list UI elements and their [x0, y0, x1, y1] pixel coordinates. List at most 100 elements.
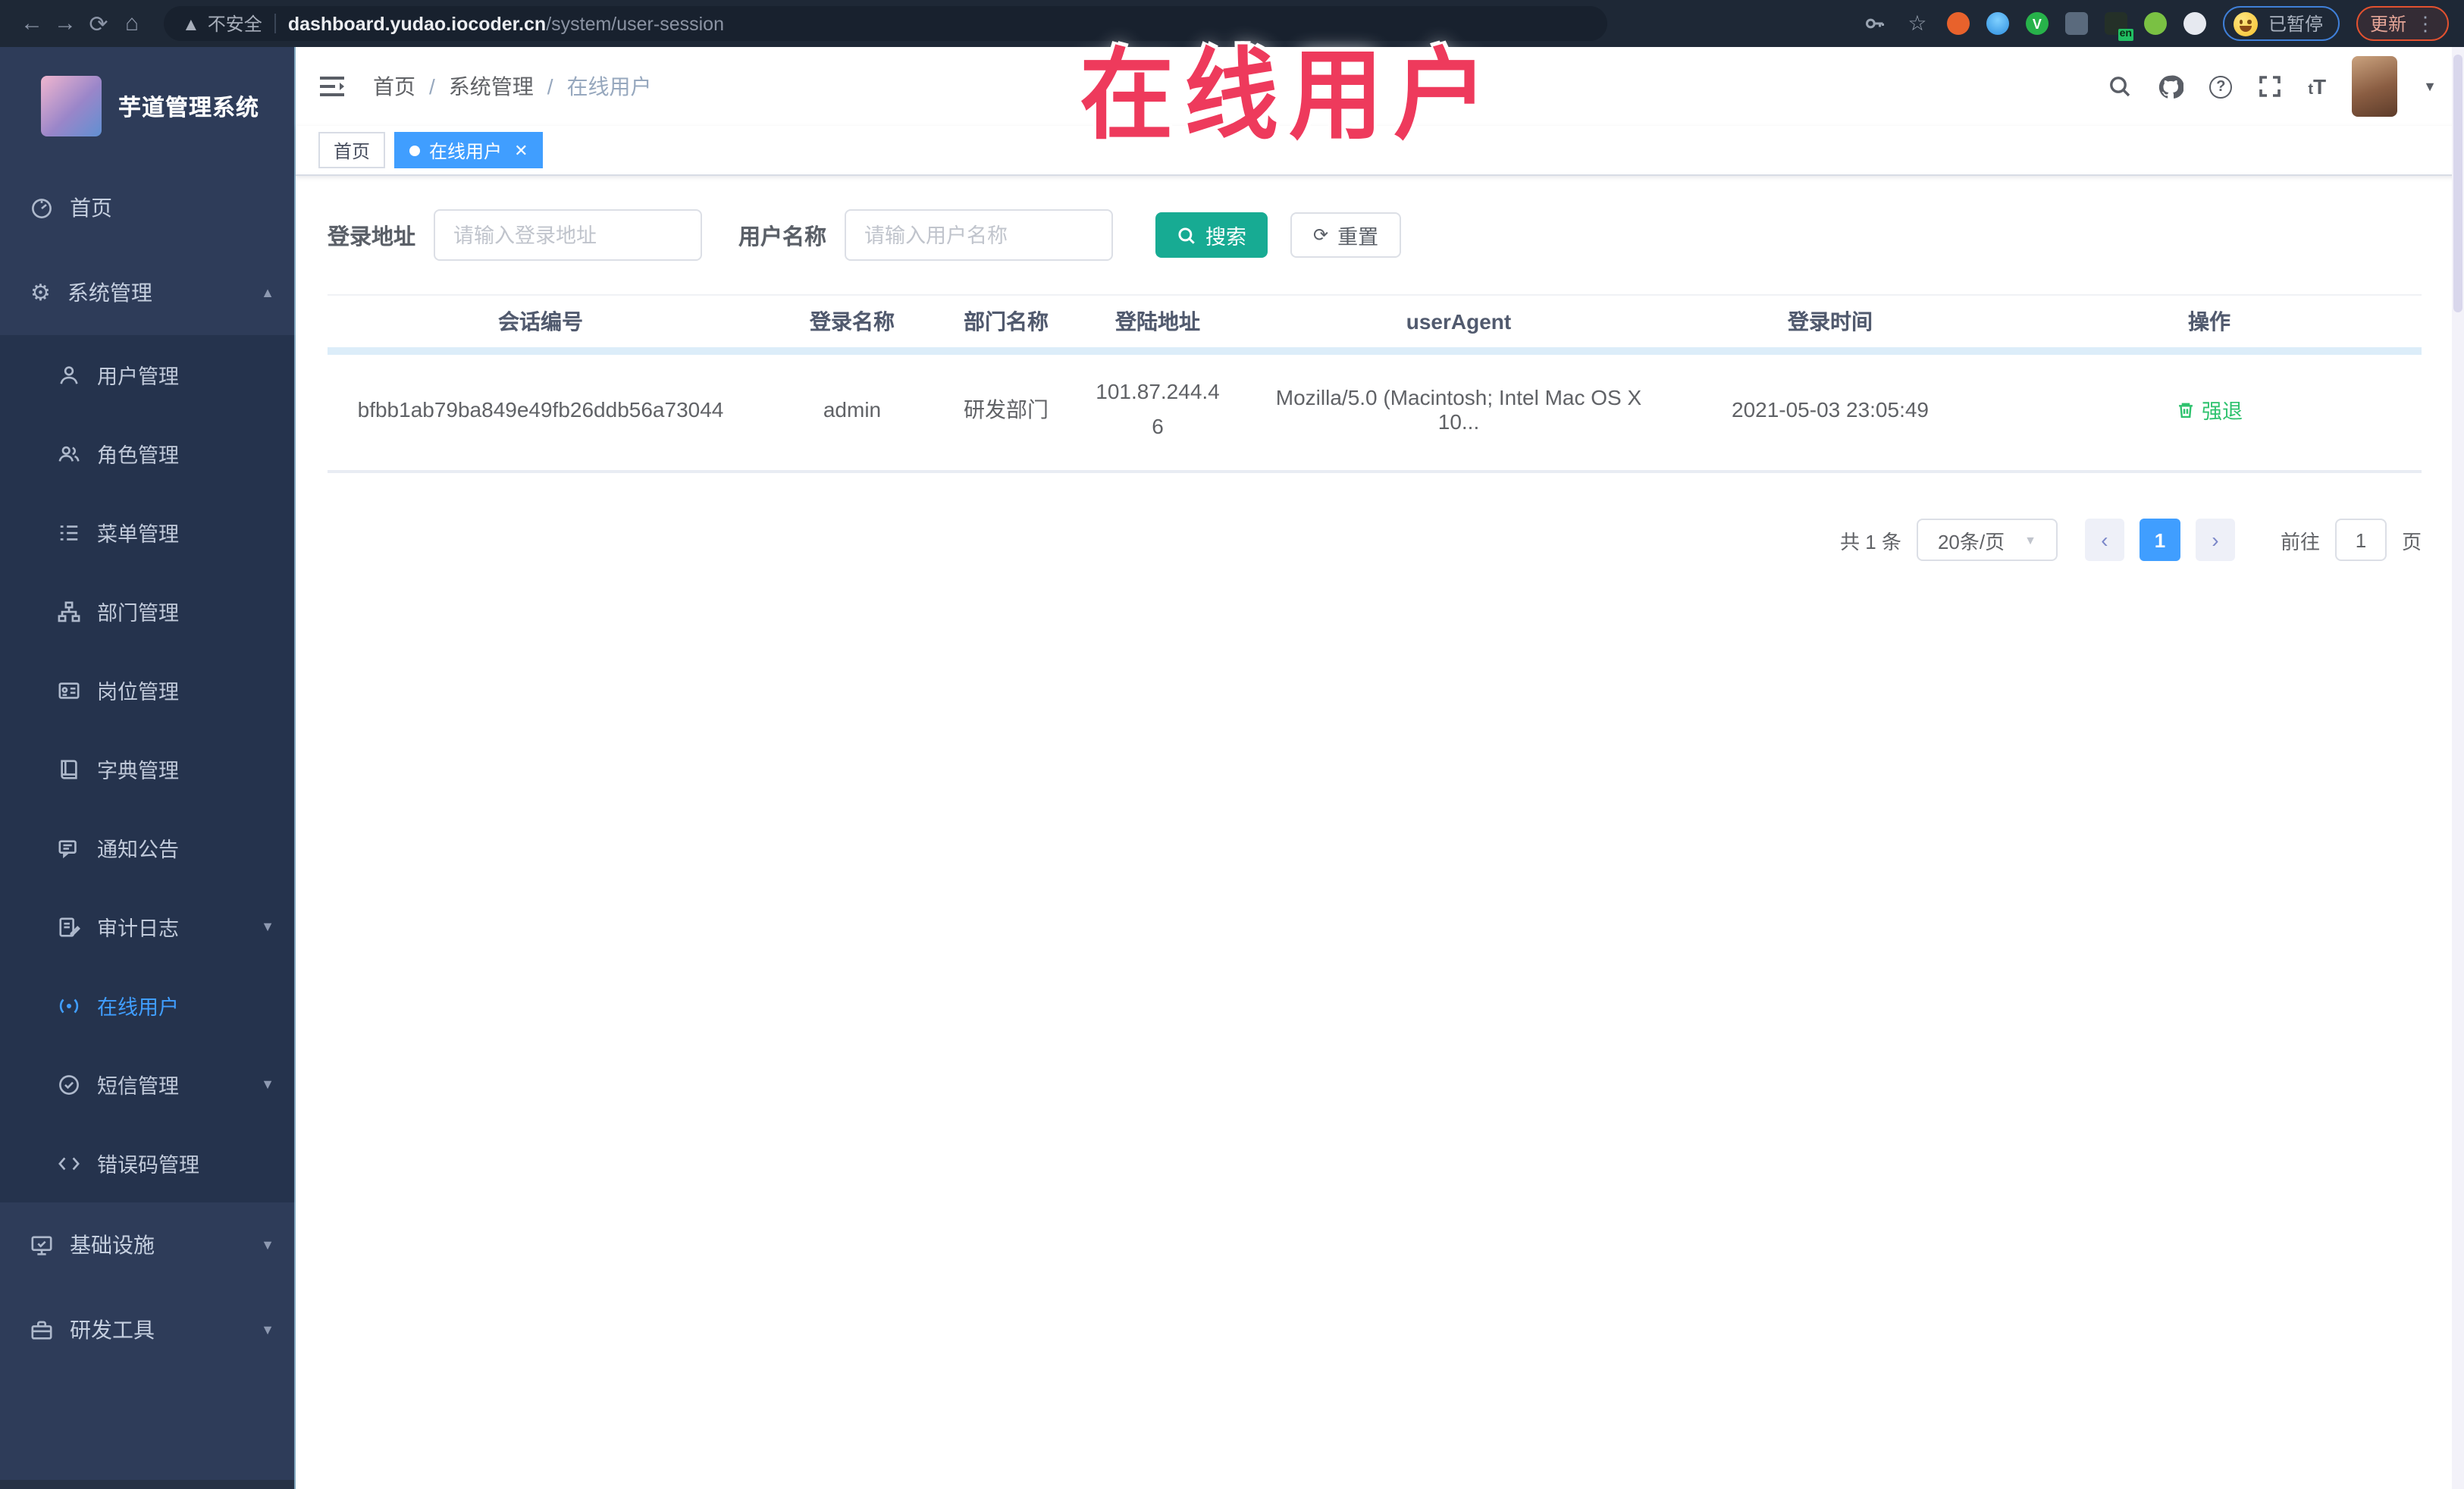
sidebar-item-post-management[interactable]: 岗位管理	[0, 650, 296, 729]
user-session-table: 会话编号 登录名称 部门名称 登陆地址 userAgent 登录时间 操作 bf…	[328, 294, 2422, 474]
back-icon[interactable]: ←	[15, 11, 49, 36]
book-icon	[61, 759, 77, 779]
page-size-value: 20条/页	[1937, 530, 2005, 553]
col-dept-name: 部门名称	[951, 294, 1061, 355]
avatar-caret-icon[interactable]: ▼	[2423, 79, 2437, 94]
kebab-menu-icon[interactable]: ⋮	[2415, 11, 2435, 36]
refresh-icon: ⟳	[1313, 224, 1329, 246]
omnibox-divider	[274, 14, 276, 33]
sidebar-item-dev-tools[interactable]: 研发工具 ▼	[0, 1287, 296, 1372]
goto-label: 前往	[2280, 530, 2320, 553]
reset-button[interactable]: ⟳ 重置	[1290, 212, 1402, 258]
sidebar-item-sms-management[interactable]: 短信管理 ▼	[0, 1045, 296, 1124]
next-page-button[interactable]: ›	[2195, 519, 2235, 562]
extension-icon-flower[interactable]	[2183, 12, 2206, 35]
sidebar-item-label: 通知公告	[97, 839, 179, 861]
sidebar-item-label: 角色管理	[97, 444, 179, 467]
browser-actions: ☆ V en 已暂停 更新 ⋮	[1862, 6, 2449, 41]
home-icon[interactable]: ⌂	[115, 11, 149, 36]
help-icon[interactable]: ?	[2209, 75, 2233, 98]
sidebar-item-audit-log[interactable]: 审计日志 ▼	[0, 887, 296, 966]
gear-icon: ⚙	[30, 280, 51, 306]
sidebar-item-label: 审计日志	[97, 917, 179, 940]
sidebar-item-system[interactable]: ⚙ 系统管理 ▲	[0, 250, 296, 335]
sidebar-item-role-management[interactable]: 角色管理	[0, 414, 296, 493]
sidebar-item-dept-management[interactable]: 部门管理	[0, 572, 296, 650]
filter-form: 登录地址 用户名称 搜索 ⟳ 重置	[328, 209, 2422, 261]
avatar[interactable]	[2352, 56, 2398, 117]
address-input[interactable]	[434, 209, 702, 261]
sidebar-item-notice[interactable]: 通知公告	[0, 808, 296, 887]
bookmark-star-icon[interactable]: ☆	[1904, 11, 1930, 36]
url-text[interactable]: dashboard.yudao.iocoder.cn/system/user-s…	[288, 13, 724, 34]
app-logo[interactable]: 芋道管理系统	[0, 47, 296, 165]
close-icon[interactable]: ✕	[514, 140, 528, 160]
sidebar-item-online-user[interactable]: 在线用户	[0, 966, 296, 1045]
sidebar-item-label: 错误码管理	[97, 1154, 199, 1177]
toolbox-icon	[31, 1320, 52, 1339]
extension-icon-blue-drop[interactable]	[1986, 12, 2009, 35]
page-size-select[interactable]: 20条/页 ▼	[1916, 519, 2058, 562]
annotation-title: 在线用户	[1080, 41, 1499, 152]
extension-icon-gray[interactable]	[2064, 12, 2088, 35]
sidebar-item-infrastructure[interactable]: 基础设施 ▼	[0, 1202, 296, 1287]
extension-icon-green-v[interactable]: V	[2025, 12, 2049, 35]
prev-page-button[interactable]: ‹	[2084, 519, 2124, 562]
force-logout-button[interactable]: 强退	[2176, 394, 2243, 425]
sidebar-item-error-code[interactable]: 错误码管理	[0, 1124, 296, 1202]
sidebar-item-label: 基础设施	[70, 1233, 155, 1257]
forward-icon[interactable]: →	[49, 11, 82, 36]
col-login-name: 登录名称	[754, 294, 951, 355]
username-input[interactable]	[845, 209, 1113, 261]
code-icon	[58, 1156, 80, 1170]
reload-icon[interactable]: ⟳	[82, 10, 115, 37]
goto-page-input[interactable]	[2334, 519, 2387, 562]
extension-icon-orange[interactable]	[1946, 12, 1970, 35]
github-icon[interactable]	[2158, 74, 2184, 99]
chrome-update-button[interactable]: 更新 ⋮	[2356, 6, 2449, 41]
announcement-icon	[58, 839, 77, 858]
key-icon[interactable]	[1862, 11, 1888, 36]
sidebar-item-home[interactable]: 首页	[0, 165, 296, 250]
tag-home[interactable]: 首页	[318, 132, 386, 168]
online-signal-icon	[59, 998, 79, 1013]
sidebar-item-user-management[interactable]: 用户管理	[0, 335, 296, 414]
address-label: 登录地址	[328, 225, 415, 249]
sidebar-item-dict-management[interactable]: 字典管理	[0, 729, 296, 808]
sidebar-item-menu-management[interactable]: 菜单管理	[0, 493, 296, 572]
shield-check-icon	[59, 1074, 79, 1094]
col-login-time: 登录时间	[1663, 294, 1997, 355]
logo-image	[41, 76, 102, 136]
font-size-icon[interactable]: tT	[2308, 74, 2326, 99]
active-dot	[409, 145, 421, 155]
scrollbar-thumb[interactable]	[2453, 55, 2462, 312]
search-icon[interactable]	[2108, 74, 2132, 99]
chevron-down-icon: ▼	[261, 1237, 274, 1252]
breadcrumb-system[interactable]: 系统管理	[449, 71, 534, 102]
cell-session-id: bfbb1ab79ba849e49fb26ddb56a73044	[328, 351, 754, 474]
not-secure-badge[interactable]: ▲ 不安全	[182, 11, 262, 36]
emoji-avatar-icon	[2233, 11, 2258, 36]
page-number-1[interactable]: 1	[2139, 519, 2180, 562]
extension-icon-translate[interactable]: en	[2104, 12, 2133, 41]
sidebar-item-label: 系统管理	[67, 281, 152, 305]
paused-label: 已暂停	[2268, 14, 2323, 35]
search-button[interactable]: 搜索	[1155, 212, 1268, 258]
url-path: /system/user-session	[546, 13, 724, 34]
hamburger-icon[interactable]	[318, 74, 346, 99]
sidebar-item-label: 用户管理	[97, 365, 179, 388]
fullscreen-icon[interactable]	[2258, 74, 2282, 99]
cell-user-agent: Mozilla/5.0 (Macintosh; Intel Mac OS X 1…	[1254, 351, 1663, 474]
extension-icon-green-search[interactable]	[2143, 12, 2167, 35]
page-scrollbar[interactable]	[2452, 47, 2464, 1489]
trash-icon	[2179, 402, 2193, 418]
goto-unit-label: 页	[2401, 530, 2422, 553]
id-card-icon	[58, 682, 80, 698]
sidebar-item-label: 首页	[70, 196, 112, 220]
tag-online-user[interactable]: 在线用户 ✕	[394, 132, 544, 168]
chevron-down-icon: ▼	[261, 919, 274, 934]
profile-paused-badge[interactable]: 已暂停	[2222, 6, 2340, 41]
cell-login-name: admin	[754, 351, 951, 474]
breadcrumb-home[interactable]: 首页	[373, 71, 415, 102]
username-label: 用户名称	[738, 225, 826, 249]
